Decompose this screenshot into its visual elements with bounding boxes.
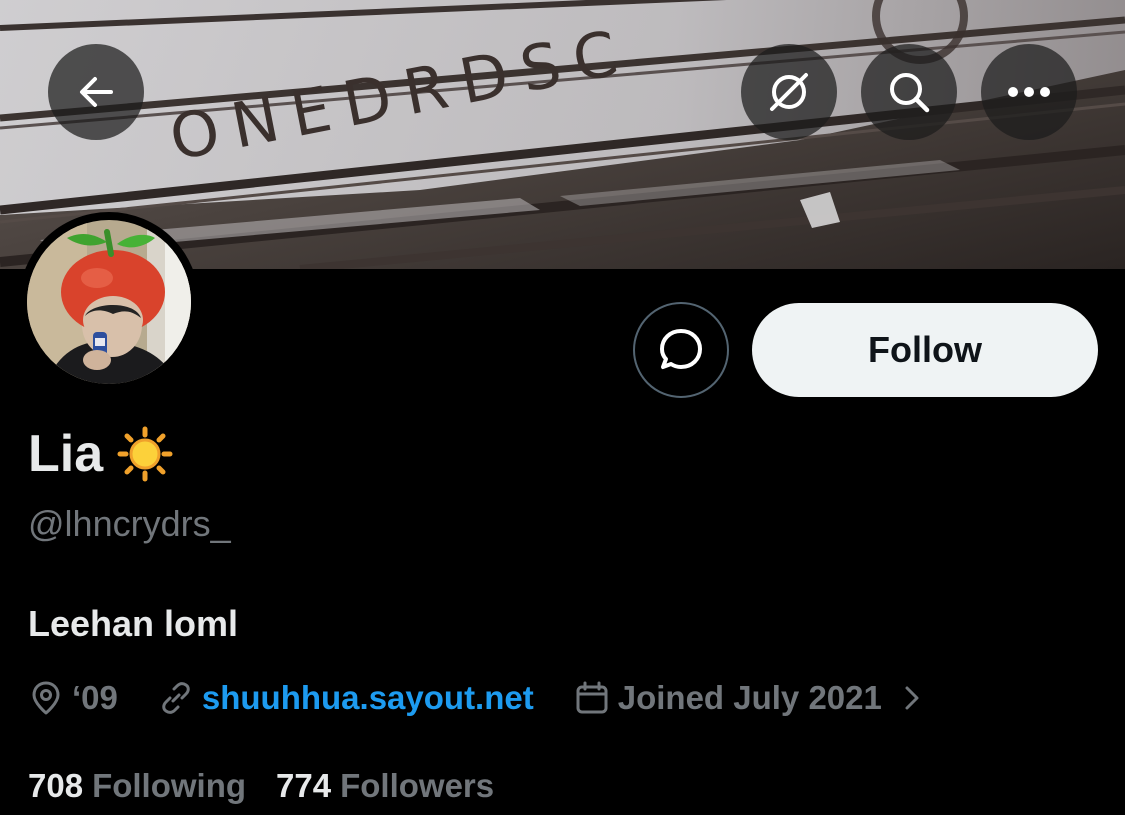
website-item[interactable]: shuuhhua.sayout.net bbox=[158, 679, 534, 717]
link-icon bbox=[162, 682, 190, 714]
location-pin-icon bbox=[32, 681, 60, 715]
arrow-left-icon bbox=[80, 77, 113, 107]
website-link[interactable]: shuuhhua.sayout.net bbox=[202, 679, 534, 717]
search-icon bbox=[890, 73, 930, 113]
followers-count: 774 bbox=[276, 767, 332, 804]
more-dots-icon bbox=[1008, 87, 1050, 97]
grok-button[interactable] bbox=[741, 44, 837, 140]
location-text: ‘09 bbox=[72, 679, 118, 716]
grok-slash-icon bbox=[770, 73, 808, 111]
joined-item[interactable]: Joined July 2021 bbox=[574, 679, 920, 717]
following-stat[interactable]: 708 Following bbox=[28, 767, 246, 805]
profile-bio: Leehan loml bbox=[28, 603, 239, 644]
avatar-frame[interactable] bbox=[19, 212, 199, 392]
display-name-row: Lia bbox=[28, 422, 173, 486]
chevron-right-icon[interactable] bbox=[904, 684, 920, 712]
message-button[interactable] bbox=[633, 302, 729, 398]
back-button[interactable] bbox=[48, 44, 144, 140]
joined-text: Joined July 2021 bbox=[617, 679, 882, 716]
more-button[interactable] bbox=[981, 44, 1077, 140]
following-label: Following bbox=[92, 767, 247, 804]
profile-meta-row: ‘09 shuuhhua.sayout.net Joined July 2021 bbox=[28, 674, 920, 722]
profile-handle: @lhncrydrs_ bbox=[28, 503, 231, 544]
sun-emoji-icon bbox=[117, 426, 173, 482]
avatar[interactable] bbox=[27, 220, 191, 384]
avatar-image bbox=[27, 220, 191, 384]
profile-stats: 708 Following 774 Followers bbox=[28, 762, 494, 810]
search-button[interactable] bbox=[861, 44, 957, 140]
message-bubble-icon bbox=[660, 329, 702, 369]
display-name: Lia bbox=[28, 425, 104, 483]
following-count: 708 bbox=[28, 767, 84, 804]
profile-banner[interactable]: ONEDRDSC bbox=[0, 0, 1125, 269]
location-item: ‘09 bbox=[28, 679, 118, 717]
calendar-icon bbox=[576, 681, 608, 714]
followers-stat[interactable]: 774 Followers bbox=[276, 767, 494, 805]
followers-label: Followers bbox=[340, 767, 495, 804]
banner-image: ONEDRDSC bbox=[0, 0, 1125, 269]
follow-button[interactable]: Follow bbox=[752, 303, 1098, 397]
